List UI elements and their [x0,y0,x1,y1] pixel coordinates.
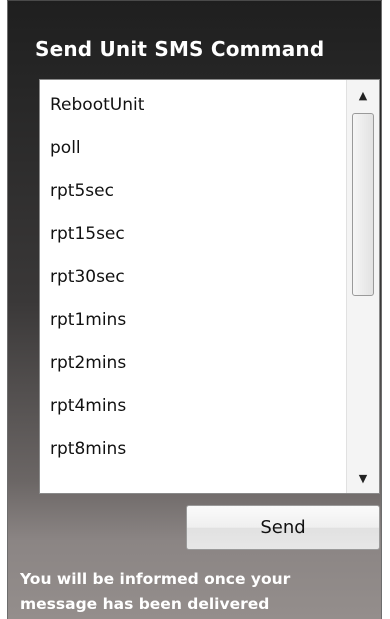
vertical-scrollbar[interactable]: ▲ ▼ [346,80,379,493]
delivery-info-line-1: You will be informed once your [20,570,291,588]
scroll-up-arrow-icon[interactable]: ▲ [347,80,379,110]
scroll-down-arrow-icon[interactable]: ▼ [347,463,379,493]
scrollbar-thumb[interactable] [352,113,374,296]
delivery-info-text: You will be informed once your message h… [20,567,380,617]
command-list: RebootUnit poll rpt5sec rpt15sec rpt30se… [40,80,346,493]
list-item-rpt30sec[interactable]: rpt30sec [40,256,346,299]
delivery-info-line-2: message has been delivered [20,595,270,613]
list-item-rpt15sec[interactable]: rpt15sec [40,213,346,256]
list-item-reboot-unit[interactable]: RebootUnit [40,84,346,127]
command-listbox[interactable]: RebootUnit poll rpt5sec rpt15sec rpt30se… [39,79,380,494]
list-item-rpt5sec[interactable]: rpt5sec [40,170,346,213]
list-item-rpt4mins[interactable]: rpt4mins [40,385,346,428]
list-item-rpt2mins[interactable]: rpt2mins [40,342,346,385]
send-button[interactable]: Send [186,505,380,550]
list-item-rpt1mins[interactable]: rpt1mins [40,299,346,342]
list-item-rpt8mins[interactable]: rpt8mins [40,428,346,471]
panel-title: Send Unit SMS Command [35,37,325,61]
list-item-poll[interactable]: poll [40,127,346,170]
sms-command-panel: Send Unit SMS Command RebootUnit poll rp… [7,0,382,619]
